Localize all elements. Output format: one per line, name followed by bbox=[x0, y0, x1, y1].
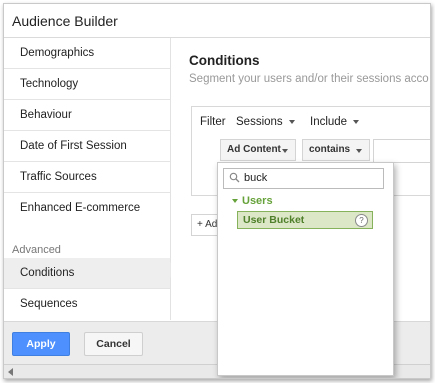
sidebar-item-technology[interactable]: Technology bbox=[4, 69, 170, 100]
cancel-button[interactable]: Cancel bbox=[84, 332, 143, 356]
sidebar-item-label: Demographics bbox=[20, 47, 95, 59]
sidebar-item-label: Behaviour bbox=[20, 109, 72, 121]
include-value: Include bbox=[310, 116, 348, 128]
sidebar-item-date-of-first-session[interactable]: Date of First Session bbox=[4, 131, 170, 162]
title-bar: Audience Builder bbox=[4, 4, 430, 38]
filter-label: Filter bbox=[200, 116, 226, 128]
option-user-bucket[interactable]: User Bucket ? bbox=[237, 211, 373, 229]
scope-value: Sessions bbox=[236, 116, 283, 128]
chevron-down-icon bbox=[356, 149, 362, 153]
sidebar-item-demographics[interactable]: Demographics bbox=[4, 38, 170, 69]
sidebar-item-behaviour[interactable]: Behaviour bbox=[4, 100, 170, 131]
page-subtitle: Segment your users and/or their sessions… bbox=[189, 73, 429, 85]
dimension-select[interactable]: Ad Content bbox=[220, 139, 296, 161]
sidebar-item-label: Traffic Sources bbox=[20, 171, 97, 183]
group-users[interactable]: Users bbox=[232, 195, 273, 207]
operator-value: contains bbox=[309, 144, 351, 155]
page-title: Conditions bbox=[189, 53, 260, 68]
search-value: buck bbox=[244, 172, 268, 184]
apply-button[interactable]: Apply bbox=[12, 332, 70, 356]
dimension-value: Ad Content bbox=[227, 144, 281, 155]
scroll-left-icon[interactable] bbox=[8, 368, 13, 376]
help-icon[interactable]: ? bbox=[355, 214, 368, 227]
sidebar: Demographics Technology Behaviour Date o… bbox=[4, 38, 171, 320]
sidebar-item-sequences[interactable]: Sequences bbox=[4, 289, 170, 320]
sidebar-item-traffic-sources[interactable]: Traffic Sources bbox=[4, 162, 170, 193]
sidebar-item-conditions[interactable]: Conditions bbox=[4, 258, 170, 289]
chevron-down-icon bbox=[288, 119, 295, 124]
value-input[interactable] bbox=[373, 139, 430, 163]
chevron-down-icon bbox=[353, 119, 360, 124]
dimension-dropdown: buck Users User Bucket ? bbox=[217, 162, 394, 376]
include-select[interactable]: Include bbox=[310, 116, 360, 128]
sidebar-item-label: Enhanced E-commerce bbox=[20, 202, 141, 214]
sidebar-heading-advanced: Advanced bbox=[12, 244, 61, 256]
scope-select[interactable]: Sessions bbox=[236, 116, 295, 128]
audience-builder-window: Audience Builder Demographics Technology… bbox=[3, 3, 431, 379]
sidebar-item-label: Sequences bbox=[20, 298, 78, 310]
window-title: Audience Builder bbox=[12, 13, 118, 29]
sidebar-item-label: Conditions bbox=[20, 267, 75, 279]
sidebar-item-label: Technology bbox=[20, 78, 79, 90]
sidebar-item-enhanced-ecommerce[interactable]: Enhanced E-commerce bbox=[4, 193, 170, 224]
search-input[interactable]: buck bbox=[223, 168, 384, 189]
option-label: User Bucket bbox=[243, 214, 305, 226]
sidebar-item-label: Date of First Session bbox=[20, 140, 127, 152]
chevron-down-icon bbox=[282, 149, 288, 153]
group-label: Users bbox=[242, 195, 273, 207]
caret-down-icon bbox=[232, 199, 238, 204]
search-icon bbox=[229, 172, 240, 183]
operator-select[interactable]: contains bbox=[302, 139, 370, 161]
